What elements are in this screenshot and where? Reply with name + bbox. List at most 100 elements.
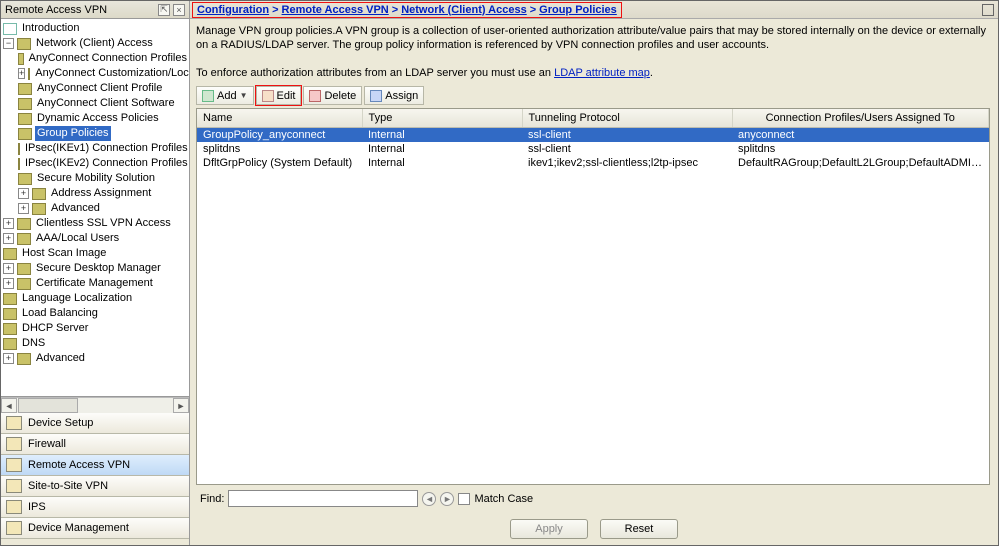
- find-input[interactable]: [228, 490, 418, 507]
- page-icon: [3, 23, 17, 35]
- find-next-button[interactable]: ►: [440, 492, 454, 506]
- folder-icon: [17, 263, 31, 275]
- expand-icon[interactable]: +: [3, 353, 14, 364]
- device-management-icon: [6, 521, 22, 535]
- tree-item-dns[interactable]: DNS: [3, 336, 189, 351]
- tree-item-secure-mobility[interactable]: Secure Mobility Solution: [18, 171, 189, 186]
- tree-item-anyconnect-client-software[interactable]: AnyConnect Client Software: [18, 96, 189, 111]
- nav-ips[interactable]: IPS: [1, 497, 189, 518]
- scroll-left-button[interactable]: ◄: [1, 398, 17, 413]
- tree-item-ipsec-ikev2[interactable]: IPsec(IKEv2) Connection Profiles: [18, 156, 189, 171]
- nav-firewall[interactable]: Firewall: [1, 434, 189, 455]
- tree-item-introduction[interactable]: Introduction: [3, 21, 189, 36]
- folder-icon: [18, 98, 32, 110]
- edit-button[interactable]: Edit: [256, 86, 302, 105]
- description-text: Manage VPN group policies.A VPN group is…: [196, 24, 990, 80]
- tree-item-network-client-access[interactable]: −Network (Client) Access: [3, 36, 189, 51]
- maximize-icon[interactable]: [982, 4, 994, 16]
- toolbar: Add▼ Edit Delete Assign: [196, 86, 990, 105]
- folder-icon: [32, 188, 46, 200]
- delete-button[interactable]: Delete: [303, 86, 362, 105]
- group-policies-table[interactable]: Name Type Tunneling Protocol Connection …: [196, 108, 990, 485]
- table-row[interactable]: DfltGrpPolicy (System Default) Internal …: [197, 156, 989, 170]
- expand-icon[interactable]: +: [3, 218, 14, 229]
- col-assigned[interactable]: Connection Profiles/Users Assigned To: [732, 109, 989, 128]
- plus-icon: [202, 90, 214, 102]
- trash-icon: [309, 90, 321, 102]
- breadcrumb-network-client-access[interactable]: Network (Client) Access: [401, 4, 527, 16]
- tree-item-group-policies[interactable]: Group Policies: [18, 126, 189, 141]
- expand-icon[interactable]: +: [3, 233, 14, 244]
- navigation-tree[interactable]: Introduction −Network (Client) Access An…: [1, 19, 189, 397]
- content-area: Manage VPN group policies.A VPN group is…: [190, 19, 998, 511]
- folder-icon: [17, 218, 31, 230]
- expand-icon[interactable]: +: [3, 278, 14, 289]
- tree-item-anyconnect-connection-profiles[interactable]: AnyConnect Connection Profiles: [18, 51, 189, 66]
- breadcrumb-remote-access-vpn[interactable]: Remote Access VPN: [282, 4, 389, 16]
- tree-item-advanced[interactable]: +Advanced: [3, 351, 189, 366]
- breadcrumb-group-policies[interactable]: Group Policies: [539, 4, 617, 16]
- tree-item-dhcp-server[interactable]: DHCP Server: [3, 321, 189, 336]
- find-bar: Find: ◄ ► Match Case: [196, 490, 990, 507]
- nav-device-management[interactable]: Device Management: [1, 518, 189, 539]
- app-root: Remote Access VPN ⇱ × Introduction −Netw…: [0, 0, 999, 546]
- tree-item-dynamic-access-policies[interactable]: Dynamic Access Policies: [18, 111, 189, 126]
- apply-button[interactable]: Apply: [510, 519, 588, 539]
- tree-item-address-assignment[interactable]: +Address Assignment: [18, 186, 189, 201]
- tree-item-ipsec-ikev1[interactable]: IPsec(IKEv1) Connection Profiles: [18, 141, 189, 156]
- folder-icon: [17, 278, 31, 290]
- match-case-checkbox[interactable]: [458, 493, 470, 505]
- ips-icon: [6, 500, 22, 514]
- folder-icon: [3, 338, 17, 350]
- folder-icon: [18, 173, 32, 185]
- folder-icon: [32, 203, 46, 215]
- folder-icon: [18, 158, 20, 170]
- folder-icon: [3, 308, 17, 320]
- button-row: Apply Reset: [190, 511, 998, 545]
- tree-item-host-scan-image[interactable]: Host Scan Image: [3, 246, 189, 261]
- assign-icon: [370, 90, 382, 102]
- tree-item-language-localization[interactable]: Language Localization: [3, 291, 189, 306]
- tree-item-certificate-management[interactable]: +Certificate Management: [3, 276, 189, 291]
- ldap-attribute-map-link[interactable]: LDAP attribute map: [554, 67, 650, 79]
- breadcrumb-configuration[interactable]: Configuration: [197, 4, 269, 16]
- close-icon[interactable]: ×: [173, 4, 185, 16]
- main-panel: Configuration > Remote Access VPN > Netw…: [190, 1, 998, 545]
- col-name[interactable]: Name: [197, 109, 362, 128]
- find-label: Find:: [200, 493, 224, 505]
- scroll-right-button[interactable]: ►: [173, 398, 189, 413]
- nav-device-setup[interactable]: Device Setup: [1, 413, 189, 434]
- folder-icon: [3, 323, 17, 335]
- assign-button[interactable]: Assign: [364, 86, 424, 105]
- expand-icon[interactable]: +: [18, 203, 29, 214]
- folder-icon: [18, 128, 32, 140]
- tree-item-load-balancing[interactable]: Load Balancing: [3, 306, 189, 321]
- expand-icon[interactable]: +: [18, 188, 29, 199]
- expand-icon[interactable]: +: [3, 263, 14, 274]
- chevron-down-icon: ▼: [240, 91, 248, 100]
- left-panel-title-bar: Remote Access VPN ⇱ ×: [1, 1, 189, 19]
- folder-icon: [17, 233, 31, 245]
- expand-icon[interactable]: +: [18, 68, 25, 79]
- find-prev-button[interactable]: ◄: [422, 492, 436, 506]
- tree-item-clientless-ssl[interactable]: +Clientless SSL VPN Access: [3, 216, 189, 231]
- table-row[interactable]: GroupPolicy_anyconnect Internal ssl-clie…: [197, 128, 989, 143]
- tree-item-secure-desktop-manager[interactable]: +Secure Desktop Manager: [3, 261, 189, 276]
- device-setup-icon: [6, 416, 22, 430]
- tree-item-nca-advanced[interactable]: +Advanced: [18, 201, 189, 216]
- nav-site-to-site-vpn[interactable]: Site-to-Site VPN: [1, 476, 189, 497]
- nav-remote-access-vpn[interactable]: Remote Access VPN: [1, 455, 189, 476]
- reset-button[interactable]: Reset: [600, 519, 678, 539]
- tree-horizontal-scrollbar[interactable]: ◄ ►: [1, 397, 189, 413]
- col-type[interactable]: Type: [362, 109, 522, 128]
- table-row[interactable]: splitdns Internal ssl-client splitdns: [197, 142, 989, 156]
- col-tunneling[interactable]: Tunneling Protocol: [522, 109, 732, 128]
- tree-item-anyconnect-customization[interactable]: +AnyConnect Customization/Localization: [18, 66, 189, 81]
- tree-item-aaa-local-users[interactable]: +AAA/Local Users: [3, 231, 189, 246]
- collapse-icon[interactable]: −: [3, 38, 14, 49]
- left-filler: [1, 539, 189, 545]
- scroll-thumb[interactable]: [18, 398, 78, 413]
- tree-item-anyconnect-client-profile[interactable]: AnyConnect Client Profile: [18, 81, 189, 96]
- add-button[interactable]: Add▼: [196, 86, 254, 105]
- pin-icon[interactable]: ⇱: [158, 4, 170, 16]
